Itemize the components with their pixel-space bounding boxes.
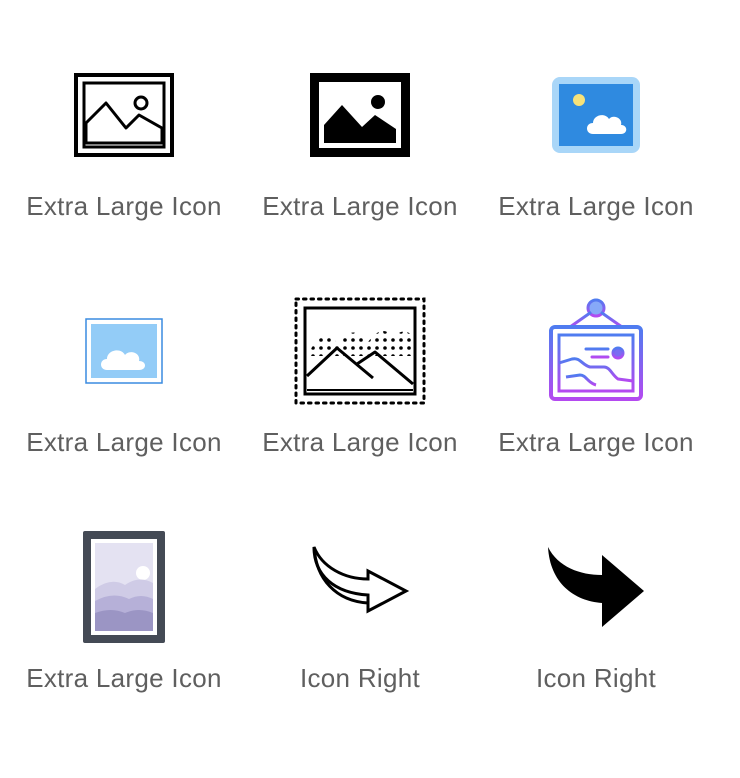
icon-label: Extra Large Icon	[26, 427, 222, 457]
icon-tile[interactable]: Extra Large Icon	[6, 296, 242, 532]
icon-label: Icon Right	[299, 663, 421, 693]
icon-tile[interactable]: Extra Large Icon	[6, 531, 242, 768]
icon-label: Extra Large Icon	[498, 191, 694, 221]
curved-arrow-right-filled-icon	[478, 532, 714, 642]
icon-tile[interactable]: Extra Large Icon	[242, 60, 478, 296]
framed-landscape-photo-icon	[6, 531, 242, 643]
picture-frame-filled-icon	[242, 60, 478, 170]
icon-label: Extra Large Icon	[26, 663, 222, 693]
icon-tile[interactable]: Extra Large Icon	[6, 60, 242, 296]
image-cloud-light-icon	[6, 296, 242, 406]
icon-tile[interactable]: Extra Large Icon	[478, 60, 714, 296]
picture-dotted-frame-icon	[242, 296, 478, 406]
icon-tile[interactable]: Icon Right	[478, 532, 714, 768]
icon-label: Extra Large Icon	[262, 427, 458, 457]
icon-grid: Extra Large Icon Extra Large Icon Extra …	[6, 60, 714, 768]
image-cloud-sun-color-icon	[478, 60, 714, 170]
icon-label: Icon Right	[535, 663, 657, 693]
hanging-picture-gradient-icon	[478, 296, 714, 406]
icon-tile[interactable]: Extra Large Icon	[478, 296, 714, 532]
icon-tile[interactable]: Extra Large Icon	[242, 296, 478, 532]
picture-frame-outline-icon	[6, 60, 242, 170]
curved-arrow-right-outline-icon	[242, 532, 478, 642]
icon-label: Extra Large Icon	[262, 191, 458, 221]
icon-label: Extra Large Icon	[498, 427, 694, 457]
icon-label: Extra Large Icon	[26, 191, 222, 221]
icon-tile[interactable]: Icon Right	[242, 532, 478, 768]
